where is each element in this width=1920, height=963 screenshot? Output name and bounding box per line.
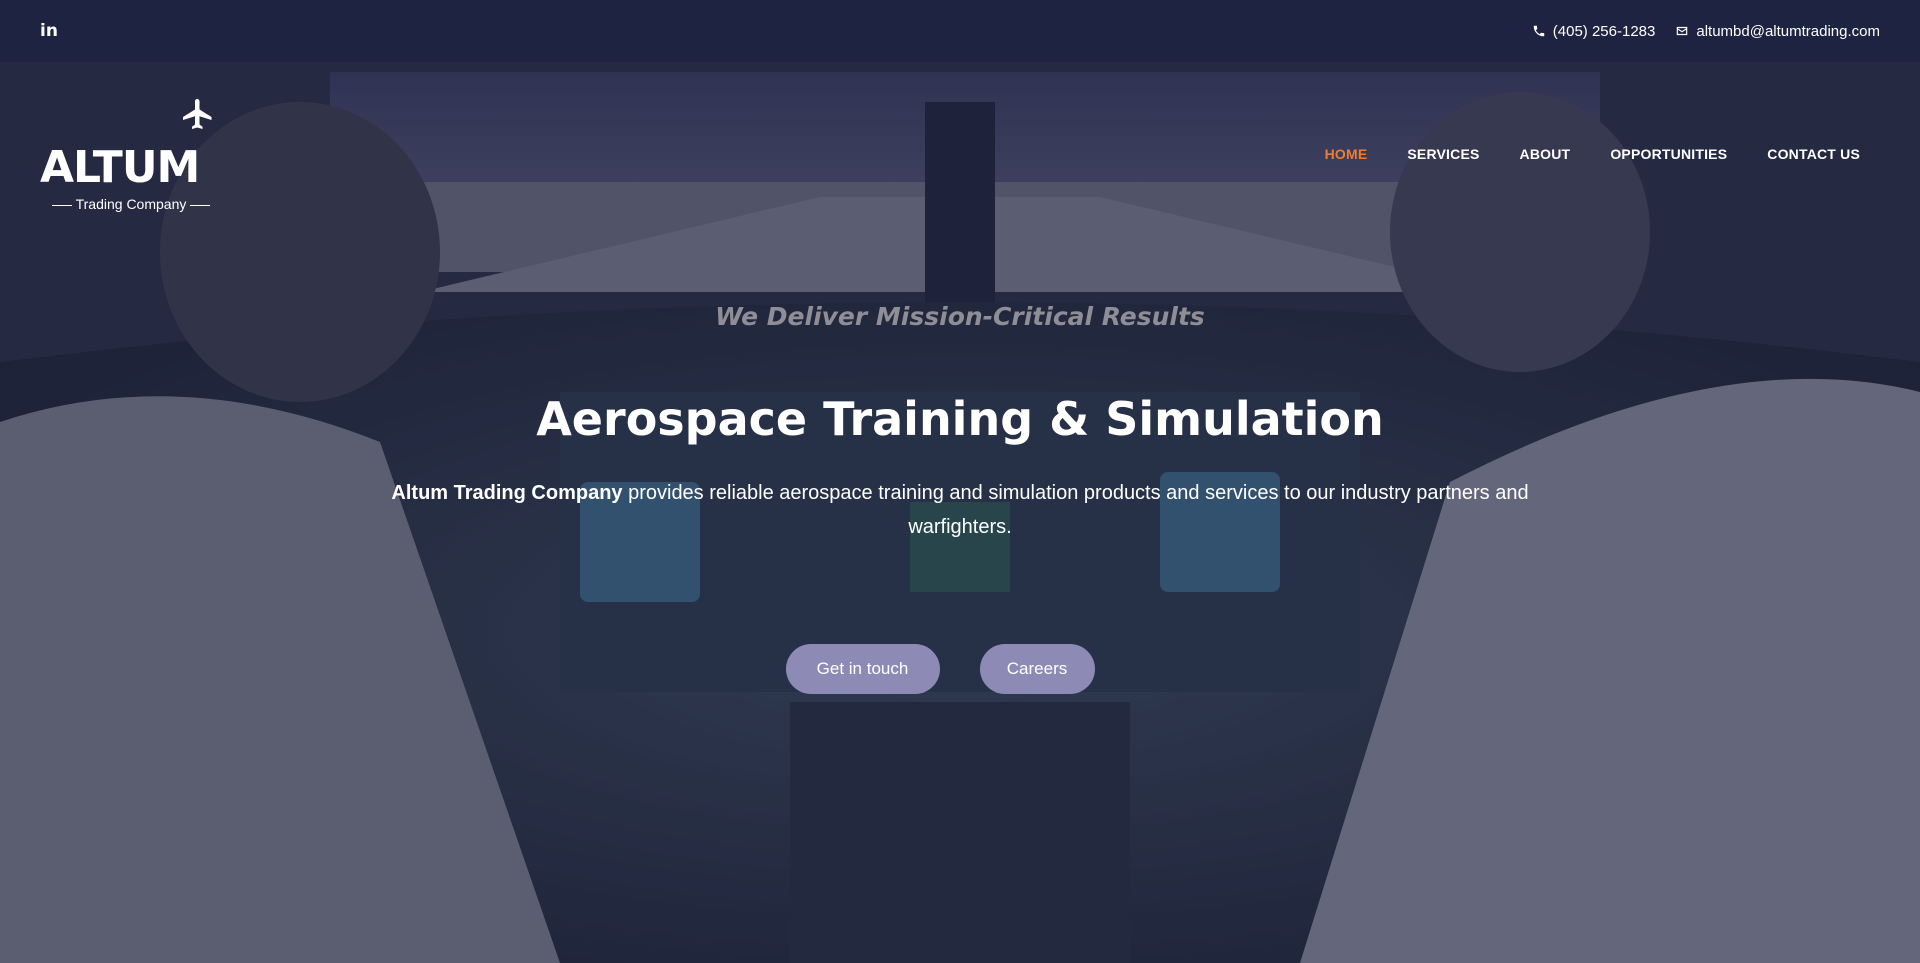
nav-services[interactable]: SERVICES [1407, 146, 1479, 162]
company-name: Altum Trading Company [391, 482, 623, 504]
description-text: provides reliable aerospace training and… [622, 482, 1529, 538]
hero-section: ALTUM Trading Company HOME SERVICES ABOU… [0, 62, 1920, 963]
hero-description: Altum Trading Company provides reliable … [340, 476, 1580, 544]
airplane-icon [183, 99, 212, 129]
nav-home[interactable]: HOME [1325, 146, 1368, 162]
careers-button[interactable]: Careers [979, 644, 1095, 694]
logo-subtitle: Trading Company [40, 196, 222, 212]
phone-icon [1533, 25, 1545, 37]
hero-tagline: We Deliver Mission-Critical Results [715, 302, 1205, 331]
contact-info: (405) 256-1283 altumbd@altumtrading.com [1532, 23, 1880, 40]
get-in-touch-button[interactable]: Get in touch [785, 644, 940, 694]
phone-contact[interactable]: (405) 256-1283 [1532, 22, 1656, 40]
linkedin-icon[interactable]: in [40, 21, 58, 41]
nav-opportunities[interactable]: OPPORTUNITIES [1610, 146, 1727, 162]
main-nav: HOME SERVICES ABOUT OPPORTUNITIES CONTAC… [1325, 146, 1860, 162]
hero-headline: Aerospace Training & Simulation [536, 392, 1384, 446]
logo-wordmark: ALTUM [40, 142, 200, 193]
nav-contact-us[interactable]: CONTACT US [1767, 146, 1860, 162]
phone-number: (405) 256-1283 [1552, 22, 1656, 40]
email-contact[interactable]: altumbd@altumtrading.com [1675, 23, 1880, 40]
envelope-icon [1677, 26, 1688, 36]
top-bar: in (405) 256-1283 altumbd@altumtrading.c… [0, 0, 1920, 62]
hero-buttons: Get in touch Careers [0, 644, 1920, 694]
nav-about[interactable]: ABOUT [1520, 146, 1571, 162]
email-address: altumbd@altumtrading.com [1696, 22, 1880, 40]
site-logo[interactable]: ALTUM Trading Company [40, 96, 230, 216]
